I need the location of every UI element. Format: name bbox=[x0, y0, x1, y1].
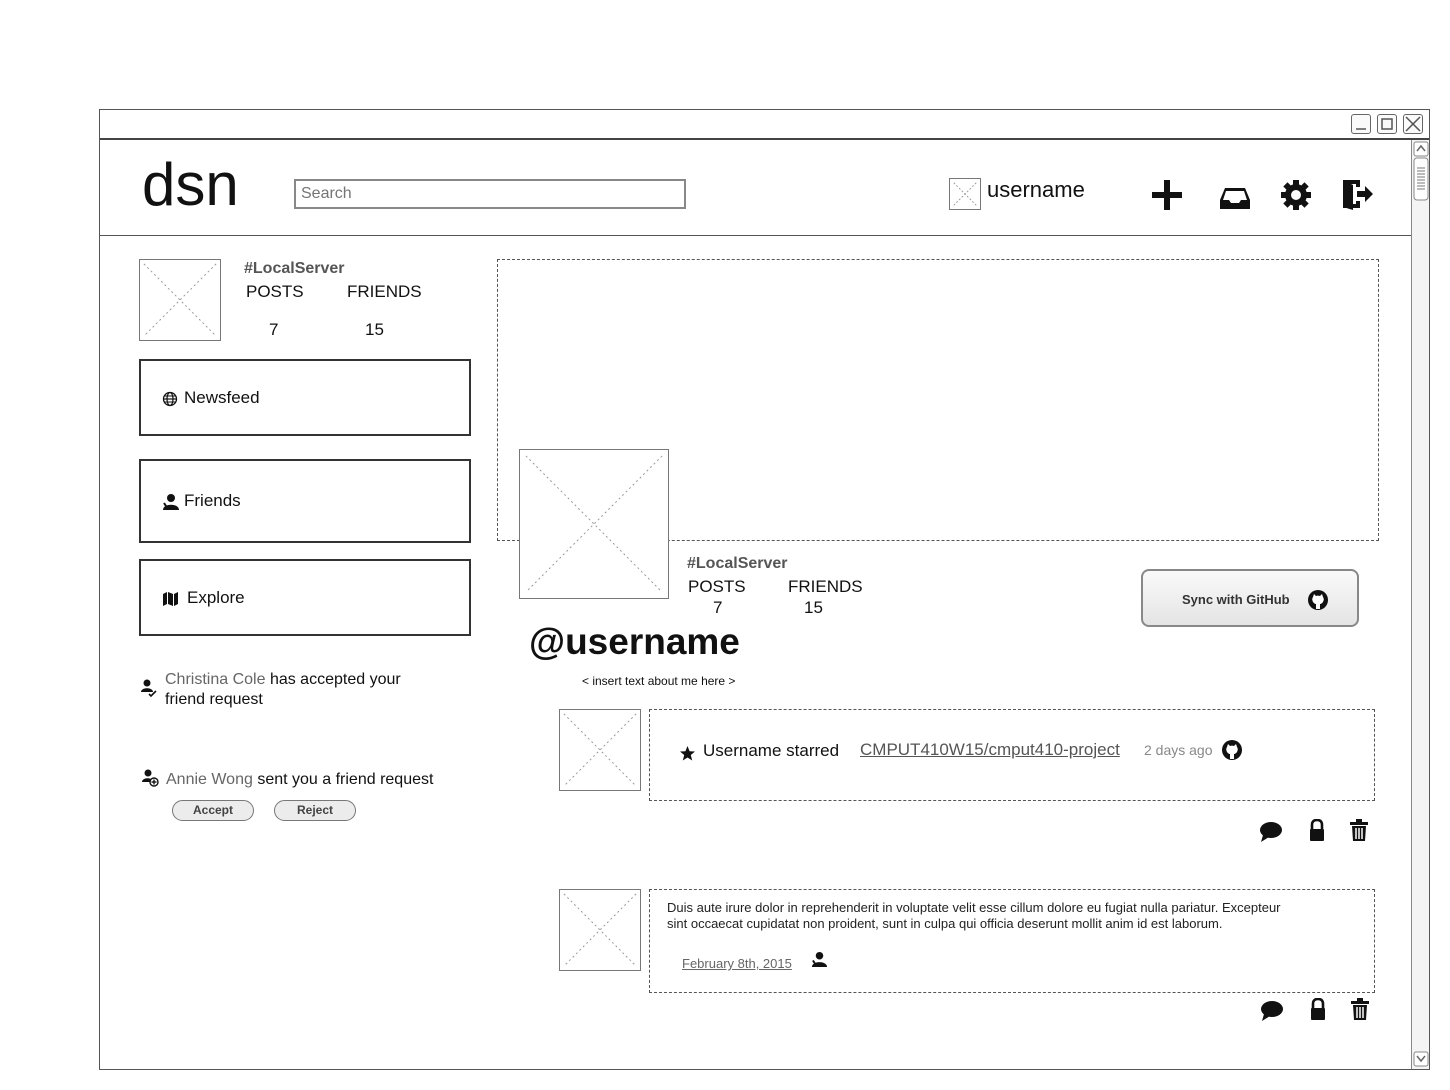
post-avatar[interactable] bbox=[559, 709, 641, 791]
github-icon bbox=[1222, 740, 1242, 760]
sidebar-posts-count: 7 bbox=[269, 320, 279, 339]
trash-icon[interactable] bbox=[1349, 997, 1371, 1021]
sidebar-server-tag[interactable]: #LocalServer bbox=[244, 260, 345, 278]
sidebar-friends-label: FRIENDS bbox=[347, 282, 422, 301]
user-check-icon bbox=[141, 679, 157, 697]
scrollbar-graphics bbox=[1413, 141, 1429, 1067]
sidebar-profile-picture[interactable] bbox=[139, 259, 221, 341]
sidebar-item-label: Newsfeed bbox=[184, 388, 260, 407]
notification-user-link[interactable]: Christina Cole bbox=[165, 671, 265, 688]
maximize-button[interactable] bbox=[1377, 114, 1397, 134]
plus-icon[interactable] bbox=[1150, 178, 1184, 212]
map-icon bbox=[163, 592, 178, 606]
star-icon bbox=[680, 746, 695, 761]
profile-posts-count: 7 bbox=[713, 598, 723, 617]
close-button[interactable] bbox=[1403, 114, 1423, 134]
profile-friends-count: 15 bbox=[804, 598, 823, 617]
comment-icon[interactable] bbox=[1260, 1000, 1284, 1022]
app-logo[interactable]: dsn bbox=[142, 150, 239, 220]
feed-item-github-activity: Username starred CMPUT410W15/cmput410-pr… bbox=[649, 709, 1375, 801]
post-date-link[interactable]: February 8th, 2015 bbox=[682, 956, 792, 971]
sync-github-button[interactable]: Sync with GitHub bbox=[1141, 569, 1359, 627]
post-avatar[interactable] bbox=[559, 889, 641, 971]
minimize-button[interactable] bbox=[1351, 114, 1371, 134]
user-icon bbox=[163, 494, 179, 510]
feed-item-post: Duis aute irure dolor in reprehenderit i… bbox=[649, 889, 1375, 993]
user-icon bbox=[811, 951, 828, 968]
image-placeholder-icon bbox=[525, 455, 663, 593]
sync-github-label: Sync with GitHub bbox=[1182, 592, 1290, 607]
accept-button[interactable]: Accept bbox=[172, 800, 254, 821]
image-placeholder-icon bbox=[563, 713, 637, 787]
github-icon bbox=[1308, 590, 1328, 610]
sidebar-item-newsfeed[interactable]: Newsfeed bbox=[139, 359, 471, 436]
profile-picture[interactable] bbox=[519, 449, 669, 599]
sidebar-friends-count: 15 bbox=[365, 320, 384, 339]
logout-icon[interactable] bbox=[1340, 177, 1374, 211]
profile-about: < insert text about me here > bbox=[582, 674, 736, 688]
sidebar-item-friends[interactable]: Friends bbox=[139, 459, 471, 543]
activity-text: Username starred bbox=[703, 741, 840, 760]
activity-timestamp: 2 days ago bbox=[1144, 742, 1213, 758]
post-body: Duis aute irure dolor in reprehenderit i… bbox=[667, 900, 1367, 932]
post-body-line: sint occaecat cupidatat non proident, su… bbox=[667, 916, 1223, 931]
user-add-icon bbox=[142, 769, 159, 787]
vertical-scrollbar[interactable] bbox=[1411, 140, 1429, 1069]
trash-icon[interactable] bbox=[1348, 818, 1370, 842]
notification-text: sent you a friend request bbox=[257, 771, 434, 788]
window-titlebar bbox=[100, 110, 1429, 140]
repo-link[interactable]: CMPUT410W15/cmput410-project bbox=[860, 740, 1120, 760]
search-input[interactable] bbox=[294, 179, 686, 209]
comment-icon[interactable] bbox=[1259, 821, 1283, 843]
notification-text: has accepted your bbox=[269, 671, 401, 688]
minimize-icon bbox=[1356, 128, 1366, 130]
notification-user-link[interactable]: Annie Wong bbox=[166, 771, 253, 788]
notification-text: friend request bbox=[165, 691, 263, 708]
post-body-line: Duis aute irure dolor in reprehenderit i… bbox=[667, 900, 1281, 915]
notification-accepted: Christina Cole has accepted your friend … bbox=[165, 670, 465, 710]
close-icon bbox=[1405, 116, 1421, 132]
profile-friends-label: FRIENDS bbox=[788, 577, 863, 596]
lock-icon[interactable] bbox=[1309, 998, 1327, 1021]
sidebar-item-label: Friends bbox=[184, 491, 241, 510]
image-placeholder-icon bbox=[563, 893, 637, 967]
sidebar-item-label: Explore bbox=[187, 588, 245, 607]
profile-server-tag[interactable]: #LocalServer bbox=[687, 555, 788, 573]
image-placeholder-icon bbox=[143, 263, 217, 337]
notification-request: Annie Wong sent you a friend request bbox=[166, 770, 433, 790]
sidebar-posts-label: POSTS bbox=[246, 282, 304, 301]
profile-handle: @username bbox=[529, 621, 740, 662]
reject-button[interactable]: Reject bbox=[274, 800, 356, 821]
image-placeholder-icon bbox=[953, 182, 977, 206]
lock-icon[interactable] bbox=[1308, 819, 1326, 842]
header-username[interactable]: username bbox=[987, 177, 1085, 203]
maximize-icon bbox=[1381, 118, 1393, 130]
profile-posts-label: POSTS bbox=[688, 577, 746, 596]
sidebar-item-explore[interactable]: Explore bbox=[139, 559, 471, 636]
user-avatar[interactable] bbox=[949, 178, 981, 210]
gear-icon[interactable] bbox=[1279, 178, 1313, 212]
inbox-icon[interactable] bbox=[1218, 180, 1252, 212]
globe-icon bbox=[162, 391, 178, 407]
